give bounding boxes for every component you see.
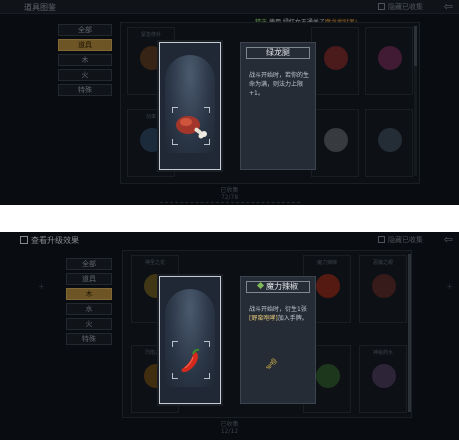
diamond-icon xyxy=(256,281,265,290)
collection-panel-2: 查看升级效果 隐藏已收集 ⇦ + + 全部 道具 木 水 火 特殊 神圣之花 魔… xyxy=(0,232,459,440)
item-title-text: 绿龙腿 xyxy=(266,48,290,57)
item-description: 战斗开始时，衍生1张 [野蛮咆哮]加入手牌。 xyxy=(249,305,309,323)
description-text: 战斗开始时，衍生1张 xyxy=(249,306,307,313)
item-description-panel: 绿龙腿 战斗开始时，若你的生命为满，则法力上限+1。 xyxy=(240,42,316,170)
item-description: 战斗开始时，若你的生命为满，则法力上限+1。 xyxy=(249,72,310,97)
item-description-panel: 魔力辣椒 战斗开始时，衍生1张 [野蛮咆哮]加入手牌。 🗝 xyxy=(240,276,316,404)
item-card xyxy=(159,42,221,170)
popup-overlay[interactable] xyxy=(0,0,459,205)
popup-overlay[interactable] xyxy=(0,232,459,440)
item-title-text: 魔力辣椒 xyxy=(266,282,298,291)
chili-pepper-icon xyxy=(181,348,200,373)
item-card xyxy=(159,276,221,404)
meat-leg-icon xyxy=(176,116,207,139)
item-title: 绿龙腿 xyxy=(246,47,310,59)
collection-panel-1: 道具图鉴 隐藏已收集 ⇦ 精选 使用 绿红女王通关了魔龙地狱果! 全部 道具 木… xyxy=(0,0,459,205)
description-text: 加入手牌。 xyxy=(277,315,308,322)
item-title: 魔力辣椒 xyxy=(246,281,310,293)
key-icon[interactable]: 🗝 xyxy=(265,359,278,370)
card-name-highlight: [野蛮咆哮] xyxy=(249,315,278,322)
